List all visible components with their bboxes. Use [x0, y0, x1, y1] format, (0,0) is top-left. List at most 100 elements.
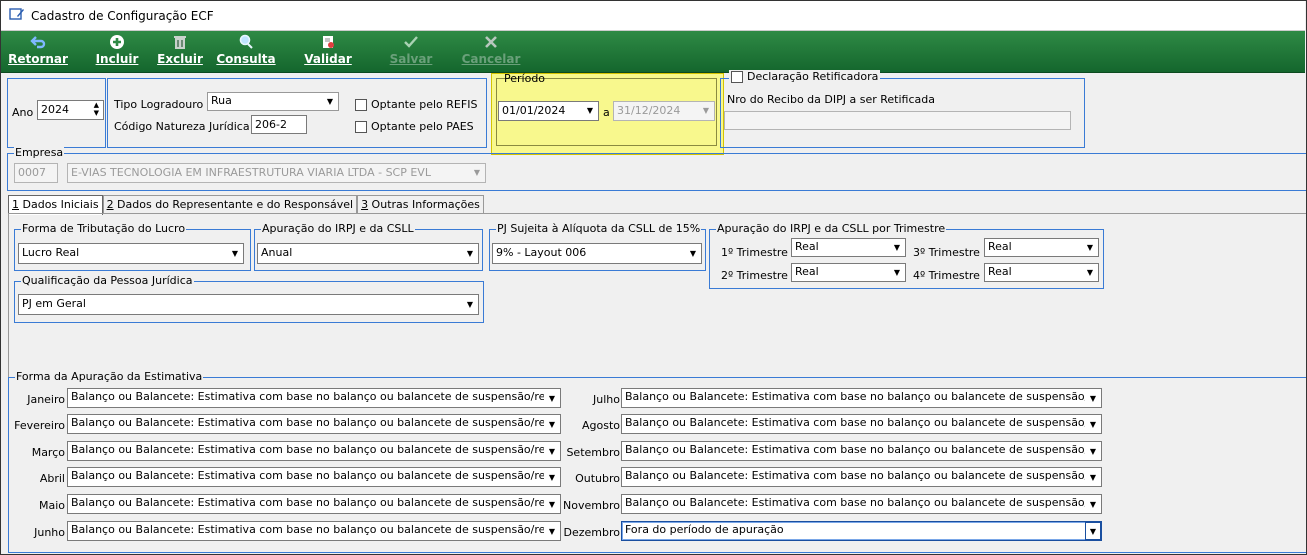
codigo-natureza-input[interactable]: 206-2: [251, 115, 307, 134]
chevron-down-icon: ▼: [544, 468, 560, 486]
trimestre-3-select[interactable]: Real ▼: [984, 238, 1099, 257]
periodo-fim-select[interactable]: 31/12/2024 ▼: [613, 101, 715, 121]
nro-recibo-input[interactable]: [724, 111, 1071, 130]
estimativa-mes-select[interactable]: Balanço ou Balancete: Estimativa com bas…: [67, 467, 561, 487]
refis-label: Optante pelo REFIS: [371, 98, 478, 111]
estimativa-mes-select[interactable]: Balanço ou Balancete: Estimativa com bas…: [621, 441, 1102, 461]
estimativa-mes-label: Maio: [38, 499, 65, 512]
estimativa-mes-select[interactable]: Balanço ou Balancete: Estimativa com bas…: [621, 388, 1102, 408]
chevron-down-icon: ▼: [685, 244, 701, 263]
periodo-a-label: a: [603, 106, 610, 119]
trimestre-1-select[interactable]: Real ▼: [791, 238, 906, 257]
chevron-down-icon: ▼: [582, 102, 598, 120]
estimativa-mes-label: Agosto: [581, 419, 620, 432]
tipo-logradouro-label: Tipo Logradouro: [114, 98, 204, 111]
estimativa-mes-label: Junho: [34, 526, 65, 539]
chevron-down-icon: ▼: [462, 295, 478, 314]
aliquota-select[interactable]: 9% - Layout 006 ▼: [492, 243, 702, 264]
periodo-legend: Período: [504, 72, 546, 85]
estimativa-mes-select[interactable]: Balanço ou Balancete: Estimativa com bas…: [67, 441, 561, 461]
validar-button[interactable]: Validar: [301, 33, 355, 71]
trimestre-4-select[interactable]: Real ▼: [984, 263, 1099, 282]
validate-icon: [301, 33, 355, 51]
codigo-natureza-label: Código Natureza Jurídica: [114, 120, 250, 133]
ano-label: Ano: [12, 106, 34, 119]
estimativa-mes-select[interactable]: Balanço ou Balancete: Estimativa com bas…: [67, 494, 561, 514]
chevron-down-icon: ▼: [1085, 415, 1101, 433]
cancelar-button[interactable]: Cancelar: [461, 33, 521, 71]
paes-checkbox[interactable]: [355, 121, 367, 133]
spinner-arrows-icon[interactable]: ▲ ▼: [94, 101, 99, 117]
nro-recibo-label: Nro do Recibo da DIPJ a ser Retificada: [727, 93, 935, 106]
estimativa-mes-label: Outubro: [575, 472, 620, 485]
chevron-down-icon: ▼: [1085, 389, 1101, 407]
chevron-down-icon: ▼: [462, 244, 478, 263]
add-icon: [91, 33, 143, 51]
chevron-down-icon: ▼: [1085, 495, 1101, 513]
trimestre-1-label: 1º Trimestre: [721, 246, 788, 259]
estimativa-mes-label: Abril: [39, 472, 65, 485]
search-icon: [215, 33, 277, 51]
chevron-down-icon: ▼: [544, 415, 560, 433]
cancel-icon: [461, 33, 521, 51]
forma-tributacao-select[interactable]: Lucro Real ▼: [18, 243, 244, 264]
ano-spinner[interactable]: 2024 ▲ ▼: [37, 100, 104, 120]
tab-bar: 1 Dados Iniciais 2 Dados do Representant…: [8, 195, 484, 215]
apuracao-irpj-select[interactable]: Anual ▼: [257, 243, 479, 264]
chevron-down-icon: ▼: [227, 244, 243, 263]
declaracao-checkbox[interactable]: [731, 70, 743, 83]
chevron-down-icon: ▼: [698, 102, 714, 120]
window-title: Cadastro de Configuração ECF: [31, 8, 214, 23]
chevron-down-icon: ▼: [889, 239, 905, 256]
declaracao-legend: Declaração Retificadora: [729, 70, 881, 83]
logradouro-group: [107, 78, 487, 148]
check-icon: [389, 33, 433, 51]
refis-checkbox[interactable]: [355, 99, 367, 111]
tab-outras-informacoes[interactable]: 3 Outras Informações: [357, 195, 484, 214]
excluir-button[interactable]: Excluir: [153, 33, 207, 71]
title-bar: Cadastro de Configuração ECF: [1, 1, 1305, 31]
estimativa-mes-select[interactable]: Fora do período de apuração ▼: [621, 521, 1102, 541]
retornar-button[interactable]: Retornar: [3, 33, 73, 71]
chevron-down-icon: ▼: [1085, 468, 1101, 486]
app-icon: [9, 7, 25, 24]
salvar-button[interactable]: Salvar: [389, 33, 433, 71]
chevron-down-icon: ▼: [544, 442, 560, 460]
chevron-down-icon: ▼: [544, 495, 560, 513]
chevron-down-icon: ▼: [1085, 522, 1101, 540]
return-icon: [3, 33, 73, 51]
estimativa-mes-select[interactable]: Balanço ou Balancete: Estimativa com bas…: [67, 388, 561, 408]
chevron-down-icon: ▼: [544, 522, 560, 540]
qualificacao-select[interactable]: PJ em Geral ▼: [18, 294, 479, 315]
paes-label: Optante pelo PAES: [371, 120, 474, 133]
chevron-down-icon: ▼: [322, 93, 338, 110]
estimativa-mes-select[interactable]: Balanço ou Balancete: Estimativa com bas…: [67, 521, 561, 541]
trash-icon: [153, 33, 207, 51]
trimestre-2-select[interactable]: Real ▼: [791, 263, 906, 282]
estimativa-mes-select[interactable]: Balanço ou Balancete: Estimativa com bas…: [67, 414, 561, 434]
periodo-inicio-select[interactable]: 01/01/2024 ▼: [498, 101, 599, 121]
chevron-down-icon: ▼: [544, 389, 560, 407]
tipo-logradouro-select[interactable]: Rua ▼: [207, 92, 339, 111]
trimestre-3-label: 3º Trimestre: [913, 246, 980, 259]
tab-representante[interactable]: 2 Dados do Representante e do Responsáve…: [102, 195, 358, 214]
trimestre-2-label: 2º Trimestre: [721, 269, 788, 282]
consulta-button[interactable]: Consulta: [215, 33, 277, 71]
estimativa-mes-label: Julho: [593, 393, 620, 406]
tab-dados-iniciais[interactable]: 1 Dados Iniciais: [8, 195, 103, 215]
estimativa-mes-select[interactable]: Balanço ou Balancete: Estimativa com bas…: [621, 494, 1102, 514]
incluir-button[interactable]: Incluir: [91, 33, 143, 71]
empresa-code-input[interactable]: 0007: [14, 163, 58, 183]
chevron-down-icon: ▼: [1082, 264, 1098, 281]
empresa-select[interactable]: E-VIAS TECNOLOGIA EM INFRAESTRUTURA VIAR…: [67, 163, 486, 183]
estimativa-mes-label: Setembro: [566, 446, 620, 459]
estimativa-mes-label: Fevereiro: [14, 419, 65, 432]
estimativa-mes-label: Dezembro: [563, 526, 621, 539]
estimativa-mes-select[interactable]: Balanço ou Balancete: Estimativa com bas…: [621, 467, 1102, 487]
estimativa-mes-select[interactable]: Balanço ou Balancete: Estimativa com bas…: [621, 414, 1102, 434]
chevron-down-icon: ▼: [1085, 442, 1101, 460]
empresa-legend: Empresa: [14, 146, 65, 159]
estimativa-mes-label: Janeiro: [27, 393, 65, 406]
toolbar: Retornar Incluir Excluir Consulta Valida…: [1, 31, 1305, 73]
trimestre-4-label: 4º Trimestre: [913, 269, 980, 282]
